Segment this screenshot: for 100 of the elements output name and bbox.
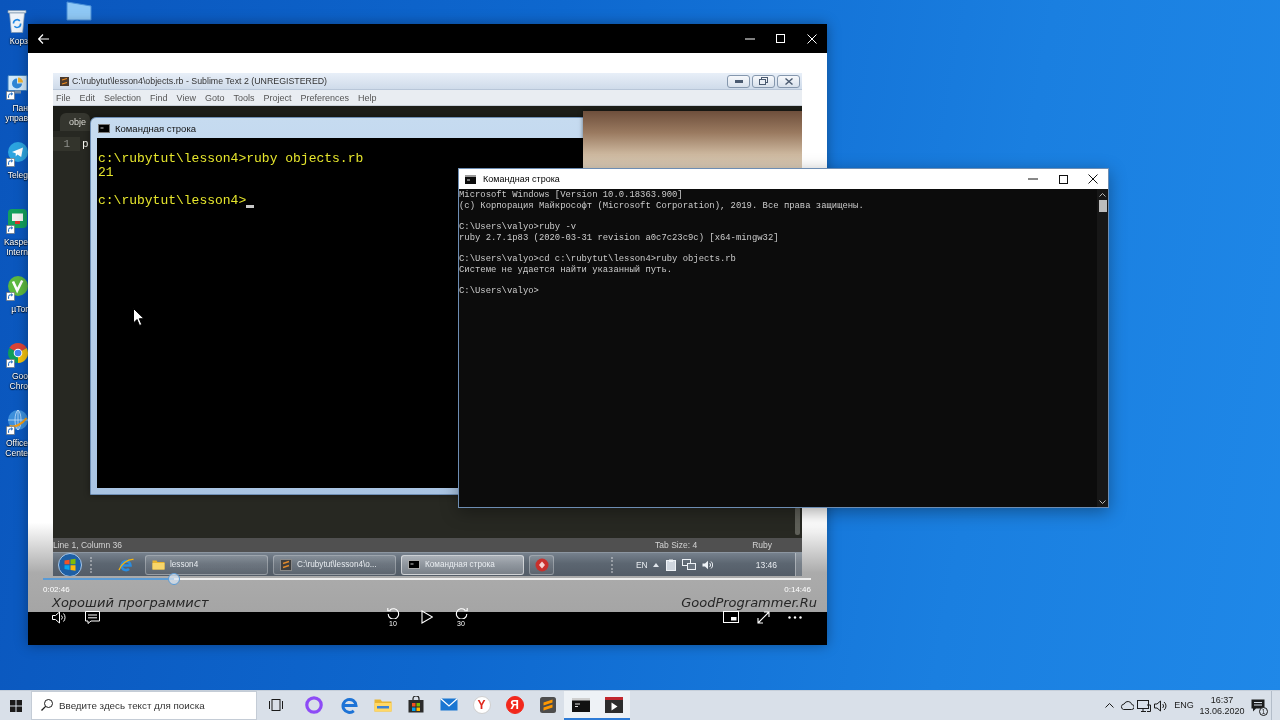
film-play-icon [604, 696, 623, 713]
clipboard-icon [665, 558, 676, 571]
network-icon [681, 558, 696, 571]
triangle-up-icon [652, 562, 659, 567]
status-text: Line 1, Column 36 [53, 540, 122, 550]
chevron-up-icon [1105, 703, 1114, 708]
window-title: Командная строка [115, 122, 197, 134]
scrollbar-thumb [795, 507, 800, 535]
progress-handle[interactable] [167, 573, 180, 585]
scrollbar-thumb[interactable] [1098, 200, 1107, 212]
search-icon [41, 699, 53, 711]
e-logo-icon [118, 556, 134, 573]
icon-label[interactable]: Пан управ [5, 104, 28, 123]
close-icon [1088, 174, 1098, 184]
diamond-circle-icon [534, 557, 549, 572]
maximize-icon [776, 34, 785, 43]
chevron-down-icon [1099, 500, 1106, 504]
rotate-left-icon [386, 607, 400, 619]
open-file-label: obje [60, 113, 90, 131]
search-field[interactable]: Введите здесь текст для поиска [31, 691, 257, 720]
console-line: 21 [98, 166, 114, 180]
app-window-icon [280, 558, 292, 571]
check-circle-icon[interactable] [6, 275, 28, 301]
taskbar-button[interactable] [564, 691, 597, 720]
zigzag-logo-icon [539, 696, 556, 713]
icon-label[interactable]: Kaspe Intern [3, 238, 28, 257]
terminal-icon [408, 560, 420, 569]
chevron-up-icon [1099, 193, 1106, 197]
rotate-right-icon [454, 607, 468, 619]
console-line: C:\Users\valyo>ruby -v [459, 221, 577, 233]
taskbar-button[interactable] [597, 691, 630, 720]
globe-icon[interactable] [6, 409, 28, 435]
back-button[interactable] [28, 24, 58, 53]
close-icon [806, 33, 817, 44]
menu-text: Preferences [300, 92, 349, 103]
e-logo-icon [340, 695, 359, 714]
more-icon [788, 615, 802, 619]
console-line: Системе не удается найти указанный путь. [459, 264, 673, 276]
message-icon [1251, 699, 1265, 712]
segmented-circle-icon[interactable] [6, 342, 28, 368]
letter-logo: Y [472, 695, 491, 714]
menu-text: Selection [104, 92, 142, 103]
picture-in-picture-icon [723, 611, 739, 623]
terminal-icon [98, 123, 110, 133]
icon-label[interactable]: Teleg [7, 171, 28, 181]
icon-label[interactable]: Корз [9, 37, 28, 47]
arrow-left-icon [37, 33, 49, 44]
menu-text: Goto [204, 92, 225, 103]
elapsed-time: 0:02:46 [43, 585, 70, 594]
letter-logo: Я [505, 695, 524, 714]
window-title: C:\rubytut\lesson4\objects.rb - Sublime Text 2 (UNREGISTERED) [72, 76, 328, 86]
paper-plane-icon[interactable] [6, 141, 28, 167]
total-time: 0:14:46 [784, 585, 811, 594]
watermark-text: GoodProgrammer.Ru [681, 595, 817, 610]
restore-icon [759, 77, 768, 85]
expand-icon [756, 610, 770, 624]
task-tile: lesson4 [145, 554, 268, 575]
windows-logo-icon [9, 699, 22, 712]
close-icon [784, 77, 793, 85]
language-text: EN [635, 559, 648, 570]
speaker-icon [52, 610, 67, 624]
console-line: C:\Users\valyo> [459, 285, 539, 297]
console-line: Microsoft Windows [Version 10.0.18363.900] [459, 190, 683, 201]
minimize-icon [734, 79, 743, 83]
watermark-text: Хороший программист [52, 595, 209, 610]
mouse-pointer-icon [133, 308, 145, 327]
menu-text: Project [263, 92, 292, 103]
maximize-icon [1058, 174, 1068, 184]
status-text: Tab Size: 4 [655, 540, 698, 550]
menu-text: View [176, 92, 196, 103]
console-line: ruby 2.7.1p83 (2020-03-31 revision a0c7c23c9c) [x64-mingw32] [459, 232, 779, 244]
monitor-chart-icon[interactable] [6, 74, 28, 100]
app-tile-icon[interactable] [6, 208, 28, 234]
icon-label[interactable]: Office Cente [5, 439, 28, 458]
play-icon [421, 610, 433, 624]
icon-label[interactable]: Goo Chro [9, 372, 28, 391]
recycle-bin-icon[interactable] [6, 7, 28, 33]
terminal-icon [571, 697, 590, 712]
icon-label[interactable]: µTor [11, 305, 28, 315]
speaker-icon [1154, 699, 1167, 712]
menu-text: Help [358, 92, 377, 103]
menu-text: Find [150, 92, 168, 103]
shopping-bag-icon [407, 696, 424, 713]
line-number: 1 [53, 137, 80, 151]
cloud-icon [1119, 701, 1134, 710]
minimize-icon [1028, 178, 1038, 180]
folder-icon [152, 559, 165, 570]
app-logo-icon [60, 76, 69, 86]
window-title: Командная строка [483, 174, 560, 184]
speaker-icon [701, 559, 713, 570]
network-monitor-icon [1136, 699, 1151, 712]
menu-text: Edit [79, 92, 96, 103]
panel-icon [64, 0, 94, 22]
ring-icon [305, 695, 323, 714]
console-line: c:\rubytut\lesson4> [98, 194, 247, 208]
code-text: p [81, 138, 89, 150]
console-line: (c) Корпорация Майкрософт (Microsoft Corporation), 2019. Все права защищены. [459, 200, 864, 212]
caption-bubble-icon [85, 610, 100, 624]
mail-icon [439, 698, 458, 711]
folder-icon [373, 697, 392, 712]
